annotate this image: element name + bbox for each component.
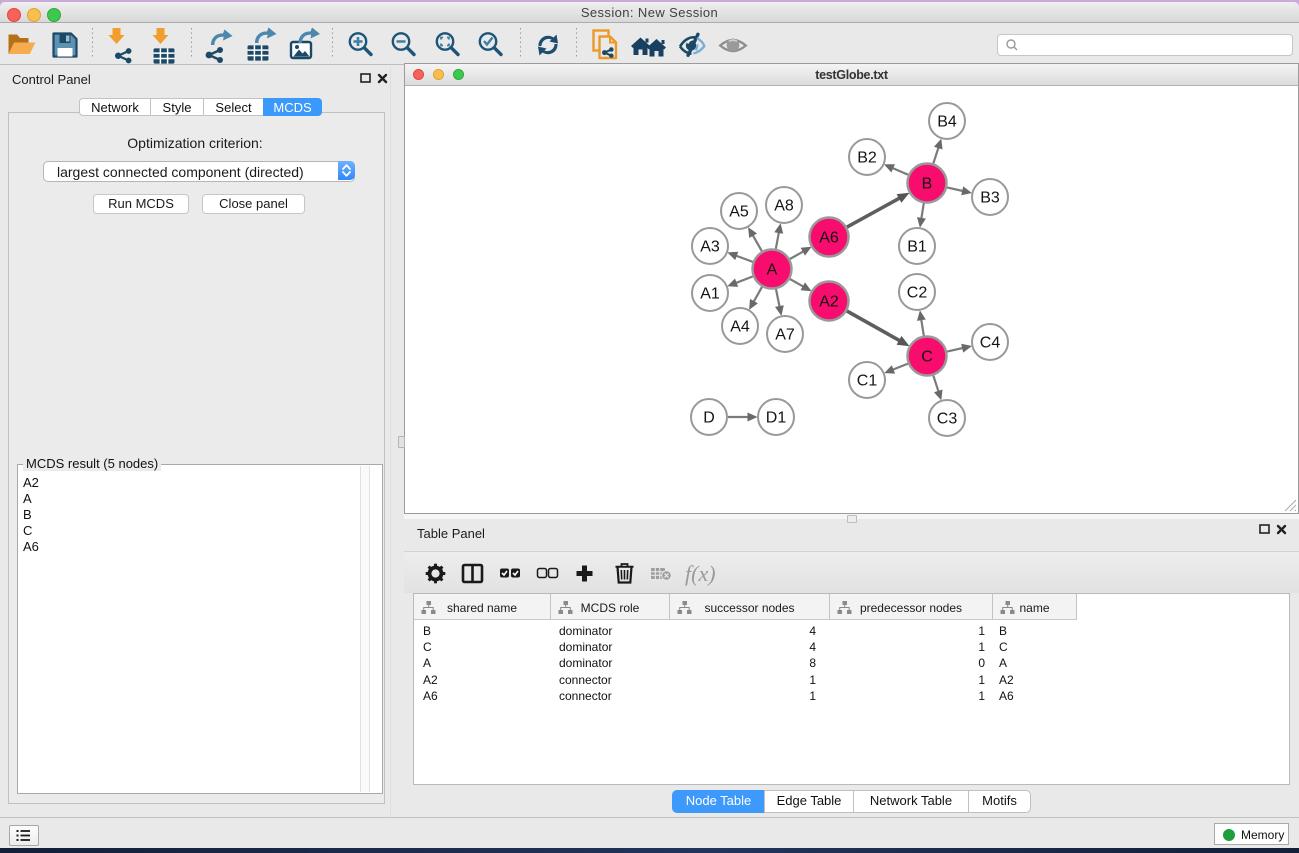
- svg-text:C1: C1: [857, 373, 878, 390]
- svg-text:A5: A5: [729, 204, 749, 221]
- svg-text:C: C: [921, 349, 933, 366]
- svg-text:A4: A4: [730, 319, 750, 336]
- svg-text:A2: A2: [819, 294, 839, 311]
- svg-text:B2: B2: [857, 150, 877, 167]
- svg-text:B3: B3: [980, 190, 1000, 207]
- svg-text:A8: A8: [774, 198, 794, 215]
- svg-text:A3: A3: [700, 239, 720, 256]
- svg-text:A1: A1: [700, 286, 720, 303]
- svg-text:D1: D1: [766, 410, 787, 427]
- svg-text:A7: A7: [775, 327, 795, 344]
- svg-text:A6: A6: [819, 230, 839, 247]
- svg-text:f(x): f(x): [685, 561, 716, 586]
- svg-text:C3: C3: [937, 411, 958, 428]
- svg-text:A: A: [767, 262, 778, 279]
- svg-text:B4: B4: [937, 114, 957, 131]
- svg-text:B: B: [922, 176, 933, 193]
- svg-text:C2: C2: [907, 285, 928, 302]
- svg-text:C4: C4: [980, 335, 1001, 352]
- svg-text:B1: B1: [907, 239, 927, 256]
- svg-text:D: D: [703, 410, 715, 427]
